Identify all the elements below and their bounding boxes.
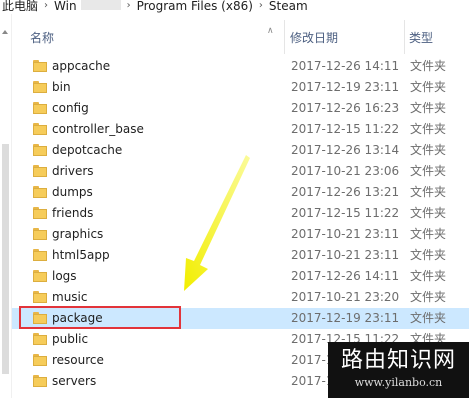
item-name[interactable]: html5app	[52, 245, 110, 266]
breadcrumb-steam[interactable]: Steam	[267, 0, 310, 12]
list-item[interactable]: bin 2017-12-19 23:11 文件夹	[12, 77, 469, 98]
folder-icon	[33, 102, 47, 114]
item-modified-date: 2017-10-21 23:06	[291, 164, 400, 178]
item-type: 文件夹	[410, 164, 447, 178]
item-type: 文件夹	[410, 122, 447, 136]
column-header-type[interactable]: 类型	[409, 29, 433, 46]
item-name[interactable]: config	[52, 98, 89, 119]
item-name[interactable]: controller_base	[52, 119, 144, 140]
item-modified-date: 2017-12-26 14:11	[291, 59, 400, 73]
column-header-name[interactable]: 名称	[30, 29, 54, 46]
column-header: ∧ 名称 修改日期 类型	[12, 20, 469, 54]
item-modified-date: 2017-12-19 23:11	[291, 80, 400, 94]
folder-icon	[33, 207, 47, 219]
folder-icon	[33, 354, 47, 366]
breadcrumb: 此电脑 › Win › Program Files (x86) › Steam	[0, 0, 469, 14]
item-name[interactable]: graphics	[52, 224, 103, 245]
item-type: 文件夹	[410, 311, 447, 325]
item-type: 文件夹	[410, 248, 447, 262]
watermark-url: www.yilanbo.cn	[354, 376, 443, 389]
item-name[interactable]: drivers	[52, 161, 94, 182]
yellow-arrow	[184, 155, 250, 291]
folder-icon	[33, 291, 47, 303]
folder-icon	[33, 81, 47, 93]
item-modified-date: 2017-10-21 23:20	[291, 290, 400, 304]
item-modified-date: 2017-12-15 11:22	[291, 206, 400, 220]
highlight-box	[19, 306, 181, 329]
item-name[interactable]: servers	[52, 371, 96, 392]
item-modified-date: 2017-12-26 16:23	[291, 101, 400, 115]
item-type: 文件夹	[410, 143, 447, 157]
watermark: 路由知识网 www.yilanbo.cn	[328, 342, 469, 398]
item-name[interactable]: logs	[52, 266, 77, 287]
item-name[interactable]: depotcache	[52, 140, 122, 161]
list-item[interactable]: controller_base 2017-12-15 11:22 文件夹	[12, 119, 469, 140]
item-type: 文件夹	[410, 59, 447, 73]
folder-icon	[33, 228, 47, 240]
item-type: 文件夹	[410, 227, 447, 241]
breadcrumb-program-files[interactable]: Program Files (x86)	[135, 0, 255, 12]
redacted-region	[80, 0, 121, 10]
navigation-pane[interactable]	[0, 14, 11, 398]
item-name[interactable]: public	[52, 329, 88, 350]
folder-icon	[33, 270, 47, 282]
item-name[interactable]: music	[52, 287, 87, 308]
list-item[interactable]: config 2017-12-26 16:23 文件夹	[12, 98, 469, 119]
item-modified-date: 2017-12-26 13:21	[291, 185, 400, 199]
item-modified-date: 2017-10-21 23:11	[291, 227, 400, 241]
item-modified-date: 2017-12-19 23:11	[291, 311, 400, 325]
column-header-date[interactable]: 修改日期	[290, 29, 338, 46]
folder-icon	[33, 144, 47, 156]
folder-icon	[33, 186, 47, 198]
item-name[interactable]: dumps	[52, 182, 93, 203]
breadcrumb-separator-icon[interactable]: ›	[255, 0, 267, 12]
sort-chevron-icon: ∧	[267, 26, 274, 36]
item-modified-date: 2017-10-21 23:11	[291, 248, 400, 262]
item-type: 文件夹	[410, 269, 447, 283]
list-item[interactable]: appcache 2017-12-26 14:11 文件夹	[12, 56, 469, 77]
folder-icon	[33, 333, 47, 345]
item-name[interactable]: resource	[52, 350, 104, 371]
folder-icon	[33, 60, 47, 72]
item-type: 文件夹	[410, 206, 447, 220]
item-type: 文件夹	[410, 185, 447, 199]
folder-icon	[33, 249, 47, 261]
item-name[interactable]: friends	[52, 203, 93, 224]
item-modified-date: 2017-12-15 11:22	[291, 122, 400, 136]
column-divider[interactable]	[284, 20, 285, 54]
item-type: 文件夹	[410, 80, 447, 94]
item-type: 文件夹	[410, 101, 447, 115]
item-modified-date: 2017-12-26 13:14	[291, 143, 400, 157]
item-modified-date: 2017-12-26 14:11	[291, 269, 400, 283]
breadcrumb-separator-icon[interactable]: ›	[40, 0, 52, 12]
column-divider[interactable]	[404, 20, 405, 54]
nav-scrollbar-thumb[interactable]	[2, 144, 9, 374]
breadcrumb-drive[interactable]: Win	[52, 0, 79, 12]
folder-icon	[33, 375, 47, 387]
watermark-title: 路由知识网	[340, 348, 456, 373]
item-name[interactable]: appcache	[52, 56, 110, 77]
scroll-up-icon[interactable]	[2, 30, 8, 34]
item-type: 文件夹	[410, 290, 447, 304]
item-name[interactable]: bin	[52, 77, 71, 98]
breadcrumb-separator-icon[interactable]: ›	[123, 0, 135, 12]
folder-icon	[33, 123, 47, 135]
folder-icon	[33, 165, 47, 177]
breadcrumb-this-pc[interactable]: 此电脑	[0, 0, 40, 12]
